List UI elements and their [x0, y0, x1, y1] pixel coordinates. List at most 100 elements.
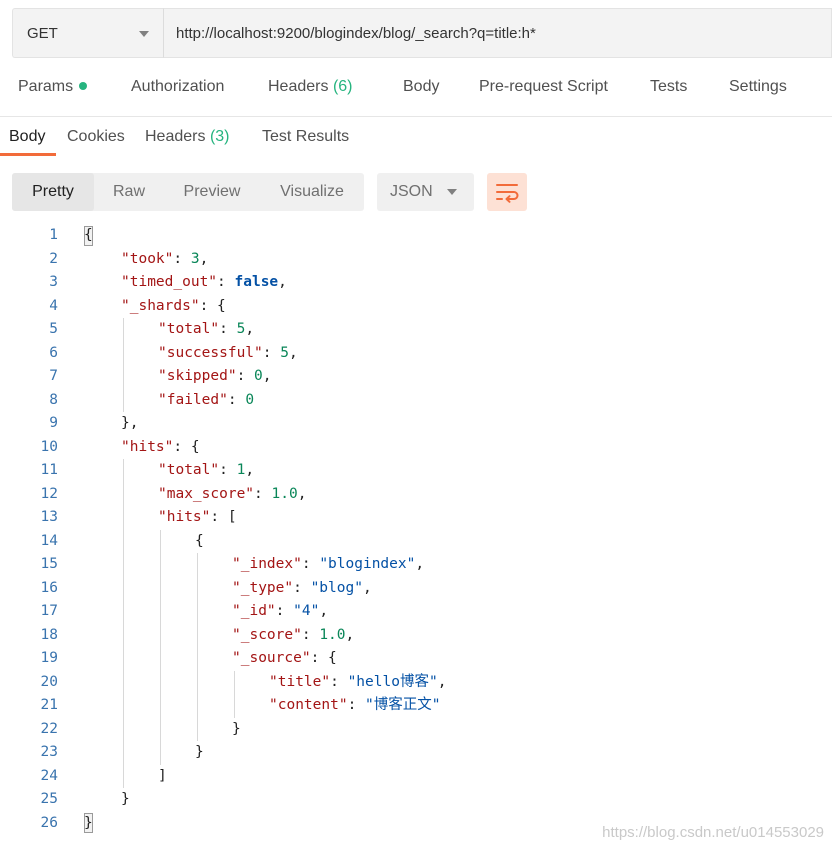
json-token: }: [121, 791, 130, 807]
code-text: "content": "博客正文": [269, 694, 441, 718]
tab-label: Params: [18, 78, 74, 95]
code-text: "_shards": {: [121, 295, 226, 319]
json-token: :: [275, 603, 294, 619]
line-number: 24: [40, 767, 58, 784]
view-mode-pretty-button[interactable]: Pretty: [12, 173, 94, 211]
code-text: "took": 3,: [121, 248, 208, 272]
line-number: 15: [40, 556, 58, 572]
view-mode-preview-button[interactable]: Preview: [164, 173, 260, 211]
json-token: "_source": [232, 650, 311, 666]
code-text: "_type": "blog",: [232, 577, 372, 601]
json-token: "blog": [310, 579, 363, 596]
code-line: 3 "timed_out": false,: [0, 271, 832, 295]
code-text: "successful": 5,: [158, 342, 298, 366]
indent-guide: [197, 553, 198, 741]
response-tab-body[interactable]: Body: [9, 128, 45, 146]
active-tab-underline: [0, 153, 56, 156]
view-mode-raw-button[interactable]: Raw: [94, 173, 164, 211]
code-line: 4 "_shards": {: [0, 295, 832, 319]
code-line: 2 "took": 3,: [0, 248, 832, 272]
code-text: }: [232, 718, 241, 742]
line-number: 9: [49, 415, 58, 431]
request-tabs: Params Authorization Headers (6) Body Pr…: [0, 78, 832, 114]
code-text: "_index": "blogindex",: [232, 553, 424, 577]
code-line: 11 "total": 1,: [0, 459, 832, 483]
line-number: 17: [40, 603, 58, 619]
url-text: http://localhost:9200/blogindex/blog/_se…: [176, 24, 536, 42]
code-text: }: [84, 812, 93, 836]
json-token: "total": [158, 321, 220, 337]
code-text: "_source": {: [232, 647, 337, 671]
json-token: "took": [121, 250, 174, 267]
json-token: 5: [280, 344, 289, 361]
tab-params[interactable]: Params: [18, 78, 88, 96]
request-bar: GET http://localhost:9200/blogindex/blog…: [12, 8, 832, 58]
json-token: 3: [190, 250, 200, 267]
json-token: ,: [199, 250, 209, 267]
indent-guide: [234, 670, 235, 718]
tab-label: Body: [403, 78, 440, 95]
code-line: 12 "max_score": 1.0,: [0, 483, 832, 507]
wrap-lines-button[interactable]: [487, 173, 527, 211]
json-token: }: [232, 720, 241, 737]
json-token: "max_score": [158, 485, 255, 502]
code-text: "hits": {: [121, 436, 200, 460]
code-line: 6 "successful": 5,: [0, 342, 832, 366]
code-text: "_score": 1.0,: [232, 624, 354, 648]
line-number: 23: [40, 744, 58, 760]
json-token: : {: [310, 650, 337, 666]
code-text: "total": 1,: [158, 459, 254, 483]
chevron-down-icon: [139, 31, 149, 37]
json-token: 1.0: [319, 626, 346, 643]
json-token: ,: [297, 485, 307, 502]
line-number: 10: [40, 438, 58, 455]
json-token: 1.0: [271, 485, 298, 502]
json-token: ,: [415, 556, 425, 572]
method-label: GET: [27, 24, 58, 42]
json-token: ,: [362, 579, 372, 596]
tab-label: Tests: [650, 78, 688, 95]
tab-tests[interactable]: Tests: [650, 78, 687, 96]
json-token: }: [195, 744, 204, 760]
tab-body[interactable]: Body: [403, 78, 439, 96]
line-number: 14: [40, 532, 58, 549]
line-number: 12: [40, 485, 58, 502]
response-tab-headers[interactable]: Headers (3): [145, 128, 230, 146]
json-token: :: [254, 485, 272, 502]
code-text: "_id": "4",: [232, 600, 328, 624]
url-input[interactable]: http://localhost:9200/blogindex/blog/_se…: [163, 8, 832, 58]
response-tab-cookies[interactable]: Cookies: [67, 128, 125, 146]
method-select[interactable]: GET: [12, 8, 163, 58]
code-text: "skipped": 0,: [158, 365, 272, 389]
divider: [0, 116, 832, 117]
json-token: "_shards": [121, 297, 200, 314]
code-text: {: [84, 224, 93, 248]
language-label: JSON: [390, 183, 433, 200]
response-body-viewer[interactable]: 1{2 "took": 3, 3 "timed_out": false, 4 "_shar…: [0, 224, 832, 844]
code-line: 21 "content": "博客正文": [0, 694, 832, 718]
response-tab-test-results[interactable]: Test Results: [262, 128, 349, 146]
json-token: ,: [437, 673, 447, 690]
tab-authorization[interactable]: Authorization: [131, 78, 224, 96]
json-token: "_id": [232, 603, 276, 619]
tab-settings[interactable]: Settings: [729, 78, 787, 96]
code-line: 9},: [0, 412, 832, 436]
json-token: :: [219, 462, 237, 478]
tab-count: (6): [332, 78, 353, 95]
code-text: "failed": 0: [158, 389, 254, 413]
json-token: :: [293, 579, 311, 596]
tab-pre-request-script[interactable]: Pre-request Script: [479, 78, 608, 96]
view-mode-visualize-button[interactable]: Visualize: [260, 173, 364, 211]
code-text: "timed_out": false,: [121, 271, 287, 295]
code-text: },: [121, 412, 138, 436]
tab-headers[interactable]: Headers (6): [268, 78, 353, 96]
line-number: 16: [40, 579, 58, 596]
tab-label: Body: [9, 128, 46, 145]
language-select[interactable]: JSON: [377, 173, 474, 211]
json-token: 0: [254, 368, 263, 384]
tab-label: Headers: [268, 78, 329, 95]
line-number: 21: [40, 697, 58, 713]
line-number: 4: [49, 297, 58, 314]
json-token: ,: [345, 626, 355, 643]
tab-label: Headers: [145, 128, 206, 145]
